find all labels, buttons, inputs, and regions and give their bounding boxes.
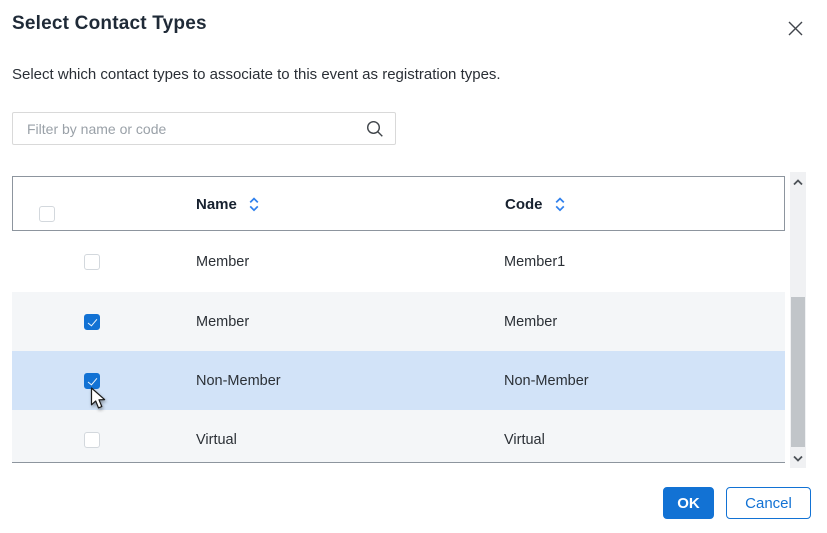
row-code: Virtual (504, 431, 545, 448)
column-header-name-label: Name (196, 196, 237, 213)
row-checkbox[interactable] (84, 313, 100, 330)
cancel-button[interactable]: Cancel (726, 487, 811, 519)
row-code: Member1 (504, 253, 566, 270)
row-code: Member (504, 313, 558, 330)
row-checkbox[interactable] (84, 253, 100, 270)
table-row[interactable]: Virtual Virtual (12, 410, 785, 462)
select-all-checkbox[interactable] (39, 206, 55, 222)
scrollbar-up-arrow-icon[interactable] (790, 174, 806, 190)
row-name: Virtual (196, 431, 237, 448)
table-row[interactable]: Non-Member Non-Member (12, 351, 785, 410)
filter-input[interactable] (12, 112, 396, 145)
page-title: Select Contact Types (12, 13, 207, 34)
column-header-name[interactable]: Name (196, 177, 260, 232)
sort-icon[interactable] (554, 197, 566, 212)
row-name: Member (196, 253, 250, 270)
table-header: Name Code (12, 176, 785, 231)
close-button[interactable] (784, 17, 806, 39)
scrollbar-down-arrow-icon[interactable] (790, 450, 806, 466)
sort-icon[interactable] (248, 197, 260, 212)
close-icon (787, 20, 804, 37)
filter-container (12, 112, 396, 145)
table-row[interactable]: Member Member (12, 292, 785, 351)
row-name: Member (196, 313, 250, 330)
dialog-description: Select which contact types to associate … (12, 66, 501, 83)
scrollbar-thumb[interactable] (791, 297, 805, 447)
table-body: Member Member1 Member Member Non-Member … (12, 231, 785, 462)
row-code: Non-Member (504, 372, 589, 389)
table-row[interactable]: Member Member1 (12, 231, 785, 292)
row-checkbox[interactable] (84, 431, 100, 448)
row-name: Non-Member (196, 372, 281, 389)
contact-types-table: Name Code Member Member1 Member Member N… (12, 176, 785, 463)
row-checkbox[interactable] (84, 372, 100, 389)
scrollbar[interactable] (790, 172, 806, 468)
column-header-code-label: Code (505, 196, 543, 213)
column-header-code[interactable]: Code (505, 177, 566, 232)
ok-button[interactable]: OK (663, 487, 714, 519)
